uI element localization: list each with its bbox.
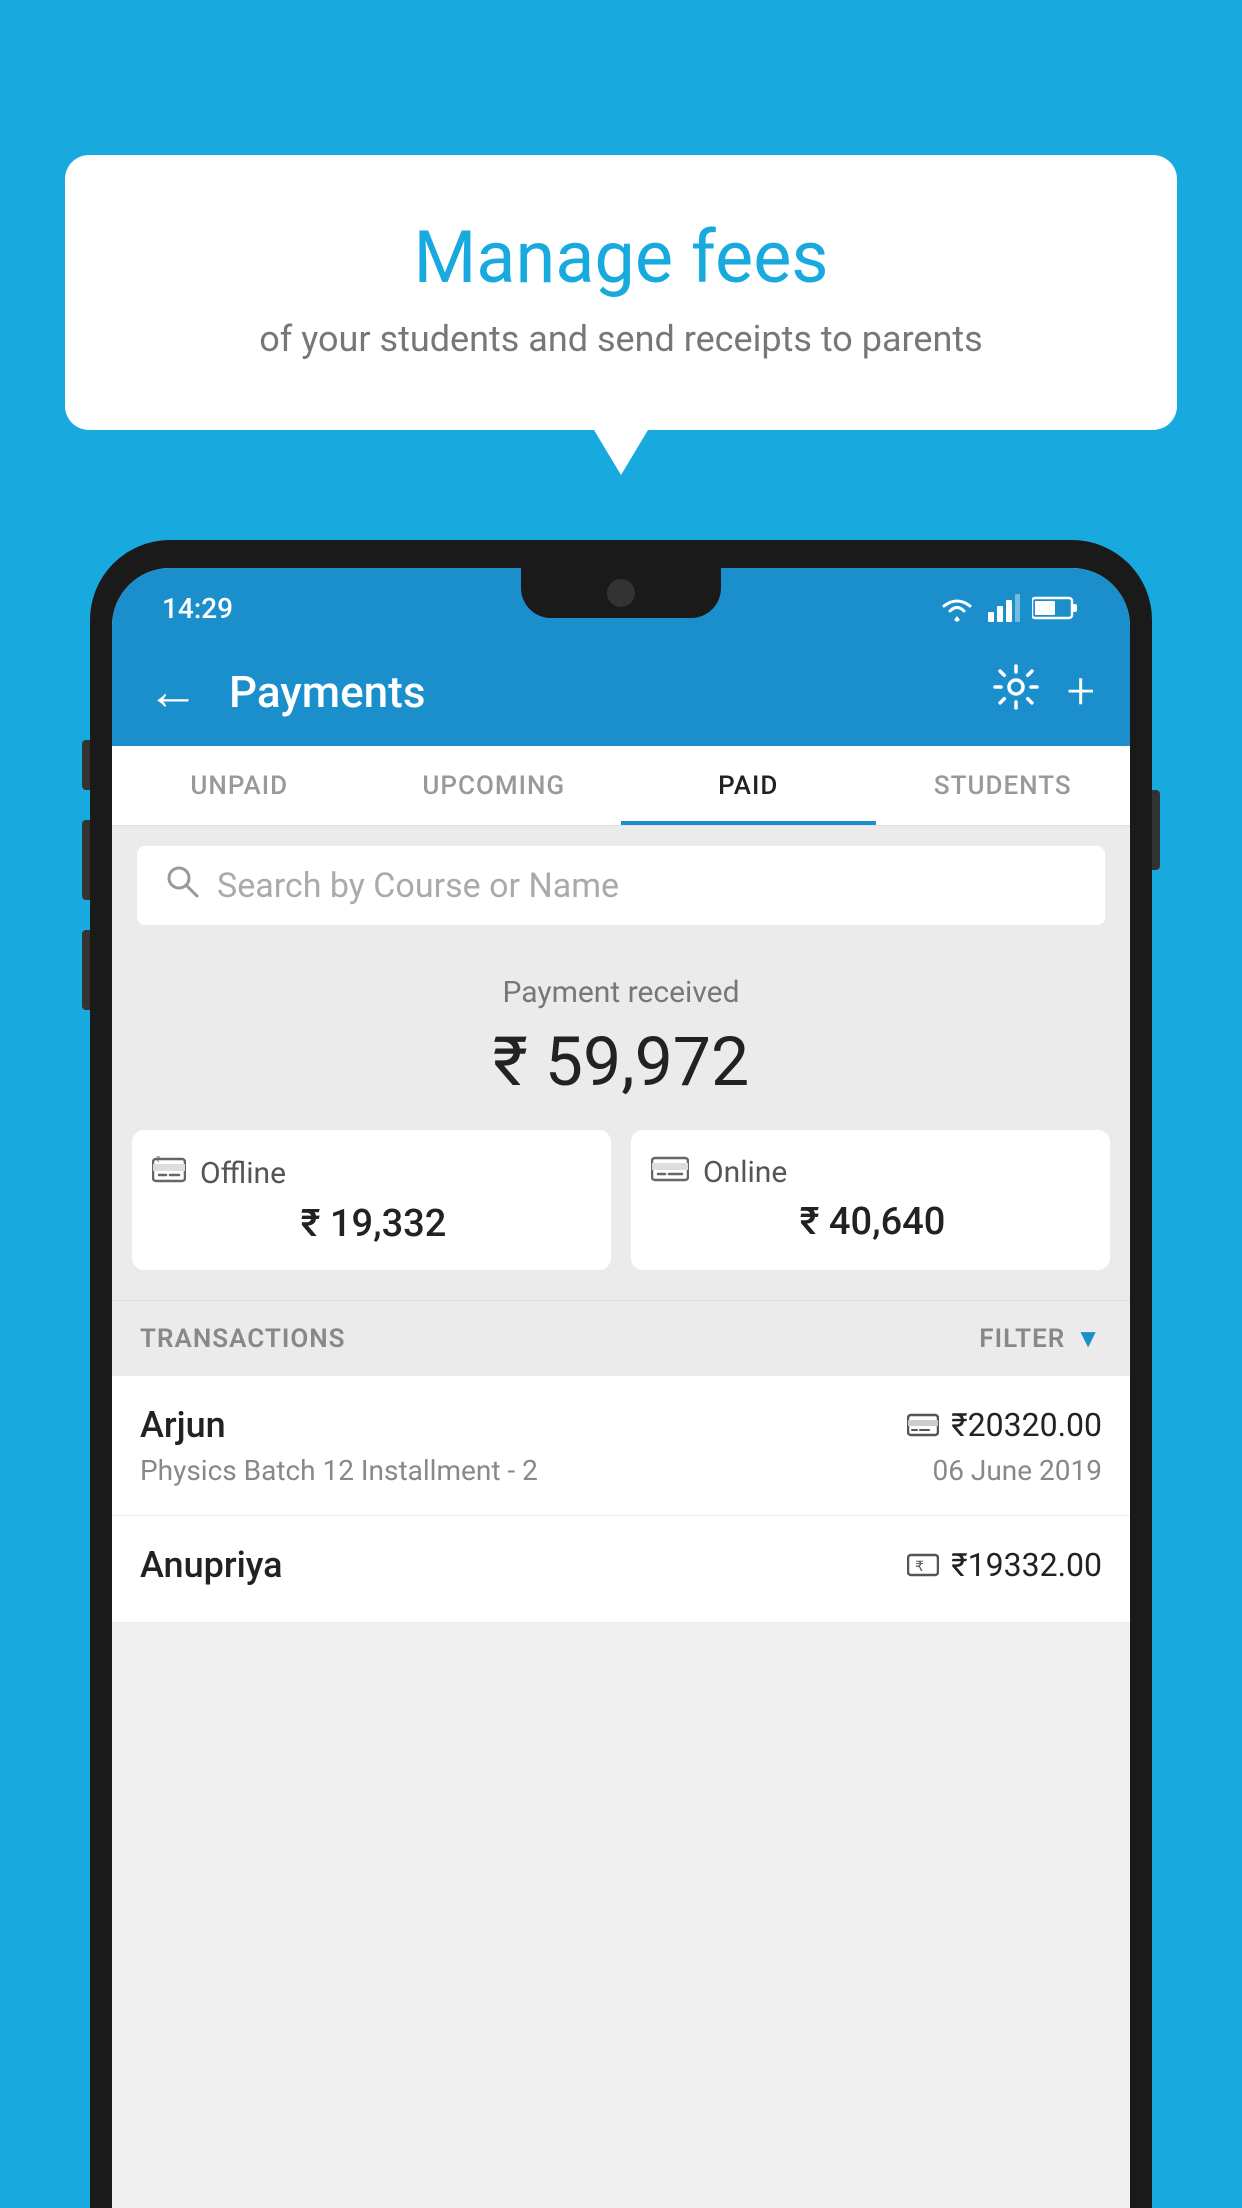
search-box[interactable]: Search by Course or Name <box>137 846 1105 925</box>
transaction-row-bottom: Physics Batch 12 Installment - 2 06 June… <box>140 1454 1102 1487</box>
app-bar-actions: + <box>993 663 1095 721</box>
transactions-list: Arjun ₹20320.00 Physics Batc <box>112 1376 1130 1623</box>
filter-icon: ▼ <box>1075 1323 1102 1354</box>
tab-upcoming[interactable]: UPCOMING <box>367 746 622 825</box>
battery-icon <box>1032 595 1080 621</box>
online-card-header: Online <box>651 1154 1090 1190</box>
filter-button[interactable]: FILTER ▼ <box>979 1323 1102 1354</box>
phone-side-button-3 <box>82 930 90 1010</box>
app-bar: ← Payments + <box>112 638 1130 746</box>
tooltip-bubble: Manage fees of your students and send re… <box>65 155 1177 430</box>
offline-card-header: ₹ Offline <box>152 1154 591 1192</box>
transaction-course: Physics Batch 12 Installment - 2 <box>140 1454 538 1487</box>
online-card: Online ₹ 40,640 <box>631 1130 1110 1270</box>
phone-frame: 14:29 <box>90 540 1152 2208</box>
transaction-row-top: Arjun ₹20320.00 <box>140 1404 1102 1446</box>
phone-notch <box>521 568 721 618</box>
transaction-name: Arjun <box>140 1404 226 1446</box>
online-amount: ₹ 40,640 <box>651 1200 1090 1244</box>
tab-students[interactable]: STUDENTS <box>876 746 1131 825</box>
transaction-date: 06 June 2019 <box>932 1454 1102 1487</box>
add-button[interactable]: + <box>1067 663 1095 721</box>
payment-summary: Payment received ₹ 59,972 <box>112 945 1130 1300</box>
tooltip-title: Manage fees <box>115 215 1127 300</box>
transaction-item-anupriya[interactable]: Anupriya ₹ ₹19332.00 <box>112 1516 1130 1623</box>
status-icons <box>938 594 1080 622</box>
cash-payment-icon: ₹ <box>907 1552 939 1578</box>
wifi-icon <box>938 594 976 622</box>
offline-card: ₹ Offline ₹ 19,332 <box>132 1130 611 1270</box>
online-icon <box>651 1154 689 1190</box>
offline-label: Offline <box>200 1156 286 1191</box>
transaction-item-arjun[interactable]: Arjun ₹20320.00 Physics Batc <box>112 1376 1130 1516</box>
payment-cards: ₹ Offline ₹ 19,332 <box>132 1130 1110 1270</box>
payment-received-label: Payment received <box>132 975 1110 1010</box>
svg-text:₹: ₹ <box>156 1155 160 1164</box>
back-button[interactable]: ← <box>147 666 199 718</box>
settings-button[interactable] <box>993 664 1039 721</box>
tab-paid[interactable]: PAID <box>621 746 876 825</box>
phone-screen: 14:29 <box>112 568 1130 2208</box>
phone-side-button-1 <box>82 740 90 790</box>
status-time: 14:29 <box>162 592 233 625</box>
search-icon <box>165 864 199 907</box>
filter-label: FILTER <box>979 1324 1065 1354</box>
offline-amount: ₹ 19,332 <box>152 1202 591 1246</box>
payment-total-amount: ₹ 59,972 <box>132 1022 1110 1102</box>
tab-unpaid[interactable]: UNPAID <box>112 746 367 825</box>
phone-side-button-2 <box>82 820 90 900</box>
search-input[interactable]: Search by Course or Name <box>217 866 619 906</box>
transactions-header: TRANSACTIONS FILTER ▼ <box>112 1300 1130 1376</box>
transaction-row-top: Anupriya ₹ ₹19332.00 <box>140 1544 1102 1586</box>
phone-power-button <box>1152 790 1160 870</box>
online-label: Online <box>703 1155 787 1190</box>
signal-icon <box>988 594 1020 622</box>
tooltip-subtitle: of your students and send receipts to pa… <box>115 318 1127 360</box>
transaction-amount: ₹20320.00 <box>907 1406 1102 1444</box>
card-payment-icon <box>907 1412 939 1438</box>
svg-text:₹: ₹ <box>915 1558 924 1574</box>
app-title: Payments <box>229 666 963 718</box>
offline-icon: ₹ <box>152 1154 186 1192</box>
transactions-label: TRANSACTIONS <box>140 1324 346 1354</box>
tabs-container: UNPAID UPCOMING PAID STUDENTS <box>112 746 1130 826</box>
transaction-name: Anupriya <box>140 1544 283 1586</box>
phone-container: 14:29 <box>90 540 1152 2208</box>
search-container: Search by Course or Name <box>112 826 1130 945</box>
transaction-amount: ₹ ₹19332.00 <box>907 1546 1102 1584</box>
